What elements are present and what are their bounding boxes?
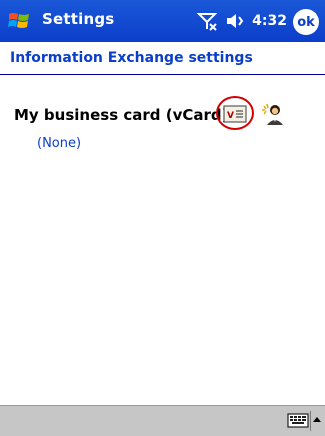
svg-text:V: V xyxy=(227,111,234,121)
sip-arrow-up-icon[interactable] xyxy=(310,411,323,431)
business-card-value[interactable]: (None) xyxy=(37,136,81,151)
page-title: Information Exchange settings xyxy=(10,50,253,66)
business-card-label: My business card (vCard) xyxy=(14,106,229,124)
vcard-icon[interactable]: V xyxy=(223,104,247,124)
volume-icon[interactable] xyxy=(224,10,246,32)
windows-start-icon[interactable] xyxy=(6,7,34,35)
clock[interactable]: 4:32 xyxy=(252,13,287,29)
ok-button[interactable]: ok xyxy=(293,9,319,35)
menu-bar xyxy=(0,405,325,436)
status-area: 4:32 xyxy=(196,9,287,33)
signal-off-icon[interactable] xyxy=(196,10,218,32)
page-header: Information Exchange settings xyxy=(0,42,325,75)
title-bar: Settings 4:32 ok xyxy=(0,0,325,42)
pocket-pc-screen: Settings 4:32 ok Information Exchange se… xyxy=(0,0,325,436)
app-title: Settings xyxy=(42,10,115,28)
settings-content: My business card (vCard) V (None) xyxy=(0,76,325,406)
contact-wizard-icon[interactable] xyxy=(261,102,285,126)
keyboard-icon[interactable] xyxy=(287,411,309,429)
